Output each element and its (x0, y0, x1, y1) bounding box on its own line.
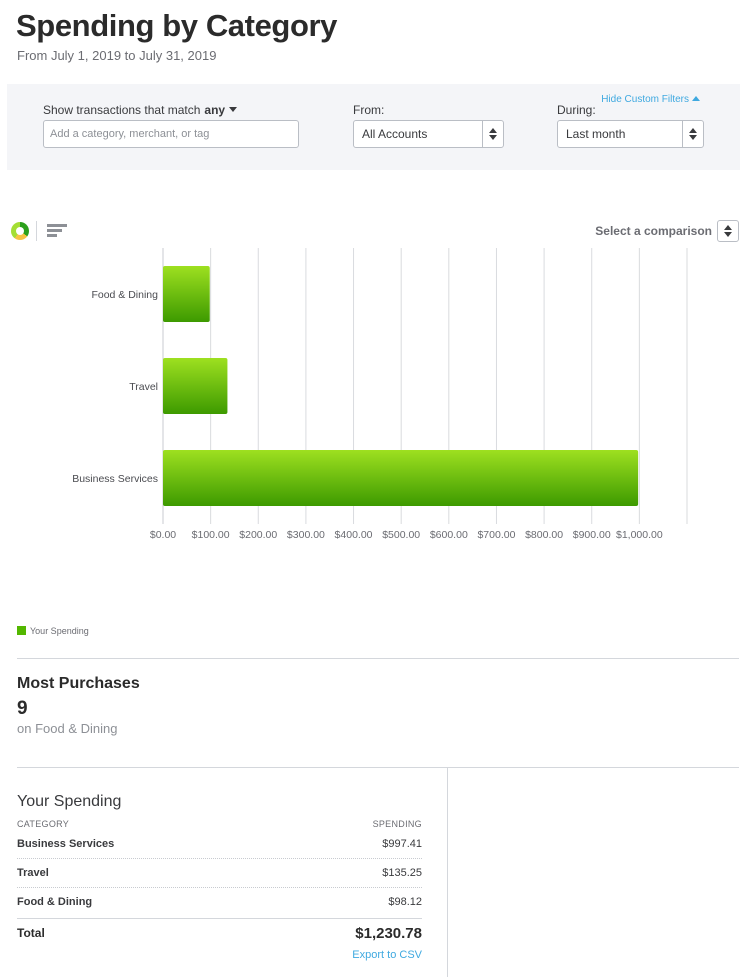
x-tick-label: $900.00 (573, 529, 611, 541)
category-label: Business Services (72, 473, 158, 485)
period-select[interactable]: Last month (557, 120, 704, 148)
select-arrows-icon (482, 121, 503, 147)
row-category: Business Services (17, 838, 115, 850)
x-tick-label: $400.00 (335, 529, 373, 541)
x-tick-label: $500.00 (382, 529, 420, 541)
section-divider (17, 767, 739, 768)
x-tick-label: $600.00 (430, 529, 468, 541)
comparison-label: Select a comparison (595, 224, 712, 238)
x-tick-label: $700.00 (477, 529, 515, 541)
category-search-input[interactable] (43, 120, 299, 148)
x-tick-label: $1,000.00 (616, 529, 663, 541)
select-arrows-icon (682, 121, 703, 147)
comparison-select[interactable] (717, 220, 739, 242)
bar-chart-icon[interactable] (47, 223, 67, 239)
bar[interactable] (163, 266, 210, 322)
total-label: Total (17, 926, 45, 940)
most-purchases-title: Most Purchases (17, 675, 140, 692)
match-any-dropdown[interactable]: any (204, 103, 238, 117)
most-purchases-subtitle: on Food & Dining (17, 721, 118, 736)
date-range-subtitle: From July 1, 2019 to July 31, 2019 (17, 48, 217, 63)
match-label-text: Show transactions that match (43, 103, 201, 117)
during-label: During: (557, 103, 596, 117)
hide-custom-filters-label: Hide Custom Filters (601, 94, 689, 105)
spending-bar-chart: $0.00 $100.00 $200.00 $300.00 $400.00 $500.00… (72, 248, 688, 541)
x-tick-label: $800.00 (525, 529, 563, 541)
donut-chart-icon[interactable] (11, 222, 29, 240)
period-select-value: Last month (566, 127, 626, 141)
bar[interactable] (163, 358, 228, 414)
x-tick-label: $100.00 (192, 529, 230, 541)
icon-divider (36, 221, 37, 241)
row-amount: $135.25 (382, 867, 422, 879)
legend-label: Your Spending (30, 626, 89, 636)
table-row[interactable]: Food & Dining $98.12 (17, 888, 422, 917)
total-amount: $1,230.78 (355, 925, 422, 942)
section-divider (17, 658, 739, 659)
row-amount: $997.41 (382, 838, 422, 850)
collapse-up-icon (692, 96, 700, 101)
col-header-spending: SPENDING (372, 819, 422, 829)
x-tick-label: $0.00 (150, 529, 176, 541)
accounts-select-value: All Accounts (362, 127, 428, 141)
accounts-select[interactable]: All Accounts (353, 120, 504, 148)
custom-filters-panel: Hide Custom Filters Show transactions th… (7, 84, 740, 170)
match-filter-label: Show transactions that match any (43, 103, 238, 117)
row-category: Food & Dining (17, 896, 93, 908)
table-row[interactable]: Travel $135.25 (17, 859, 422, 888)
x-tick-label: $200.00 (239, 529, 277, 541)
caret-down-icon (229, 107, 238, 112)
category-label: Travel (129, 381, 158, 393)
column-divider (447, 768, 448, 977)
x-tick-label: $300.00 (287, 529, 325, 541)
col-header-category: CATEGORY (17, 819, 70, 829)
bar[interactable] (163, 450, 639, 506)
table-row[interactable]: Business Services $997.41 (17, 830, 422, 859)
total-divider (17, 918, 422, 919)
page-title: Spending by Category (16, 8, 337, 43)
legend-swatch (17, 626, 26, 635)
from-label: From: (353, 103, 385, 117)
row-amount: $98.12 (388, 896, 422, 908)
spending-table-title: Your Spending (17, 793, 122, 810)
most-purchases-count: 9 (17, 698, 28, 719)
category-label: Food & Dining (91, 289, 158, 301)
export-csv-link[interactable]: Export to CSV (352, 949, 422, 961)
row-category: Travel (17, 867, 49, 879)
hide-custom-filters-link[interactable]: Hide Custom Filters (601, 94, 700, 105)
match-any-value: any (204, 103, 226, 117)
